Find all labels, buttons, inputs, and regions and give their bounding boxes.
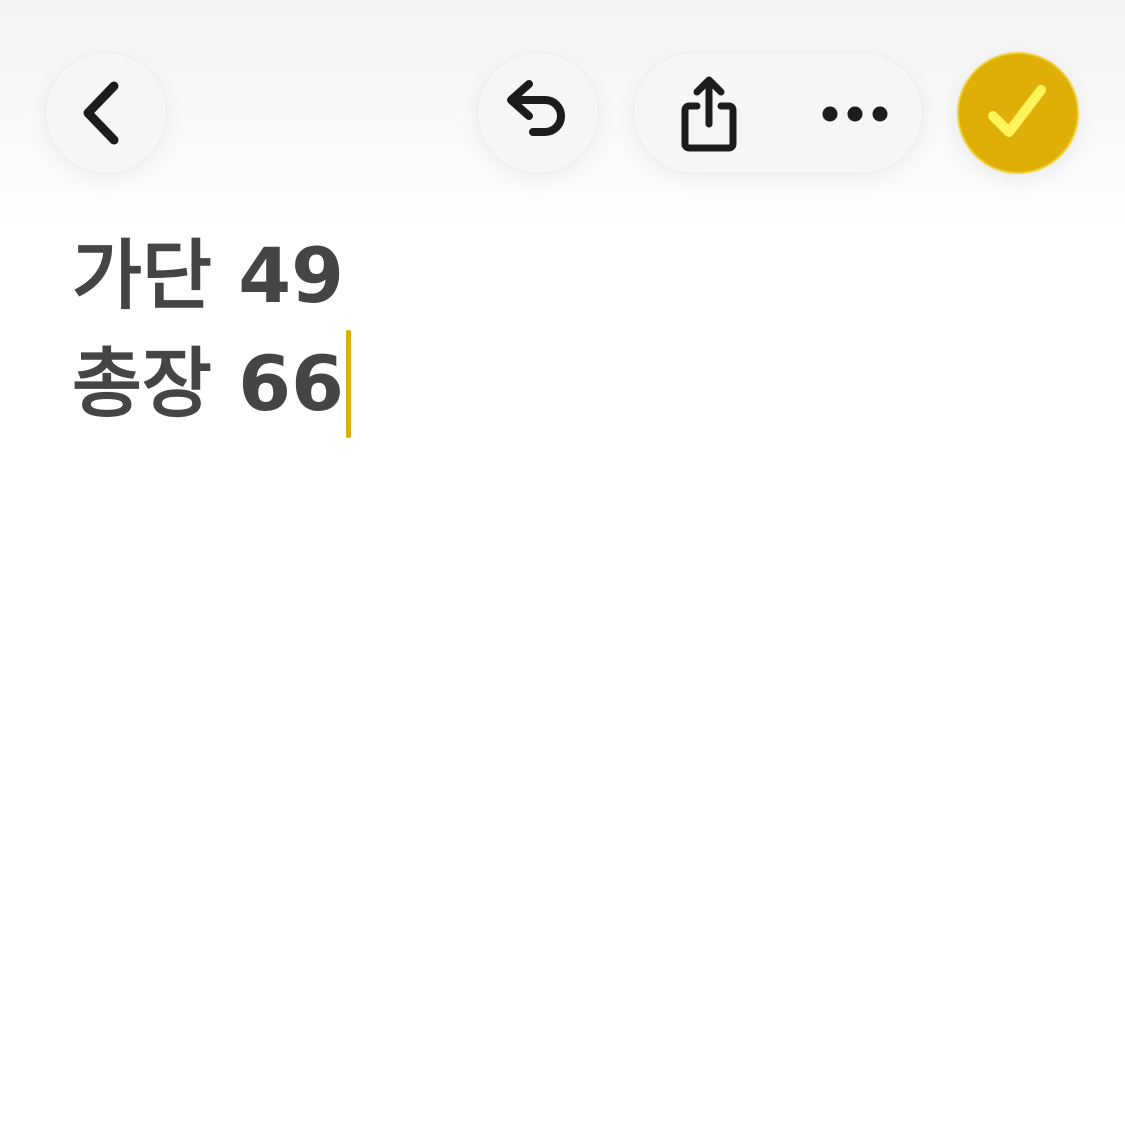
undo-button[interactable] <box>477 52 599 174</box>
text-caret <box>346 330 352 438</box>
ellipsis-icon <box>822 106 888 122</box>
note-text-area[interactable]: 가단 49 총장 66 <box>72 222 1052 438</box>
actions-group <box>633 52 923 174</box>
undo-icon <box>507 80 565 136</box>
note-line-text: 총장 66 <box>72 339 345 428</box>
checkmark-icon <box>988 85 1046 137</box>
note-line: 총장 66 <box>72 330 1052 438</box>
share-button[interactable] <box>664 69 754 159</box>
back-button[interactable] <box>45 52 167 174</box>
more-button[interactable] <box>810 69 900 159</box>
note-line: 가단 49 <box>72 222 1052 330</box>
share-icon <box>681 76 737 152</box>
note-line-text: 가단 49 <box>72 231 345 320</box>
done-button[interactable] <box>957 52 1079 174</box>
chevron-left-icon <box>83 81 119 145</box>
